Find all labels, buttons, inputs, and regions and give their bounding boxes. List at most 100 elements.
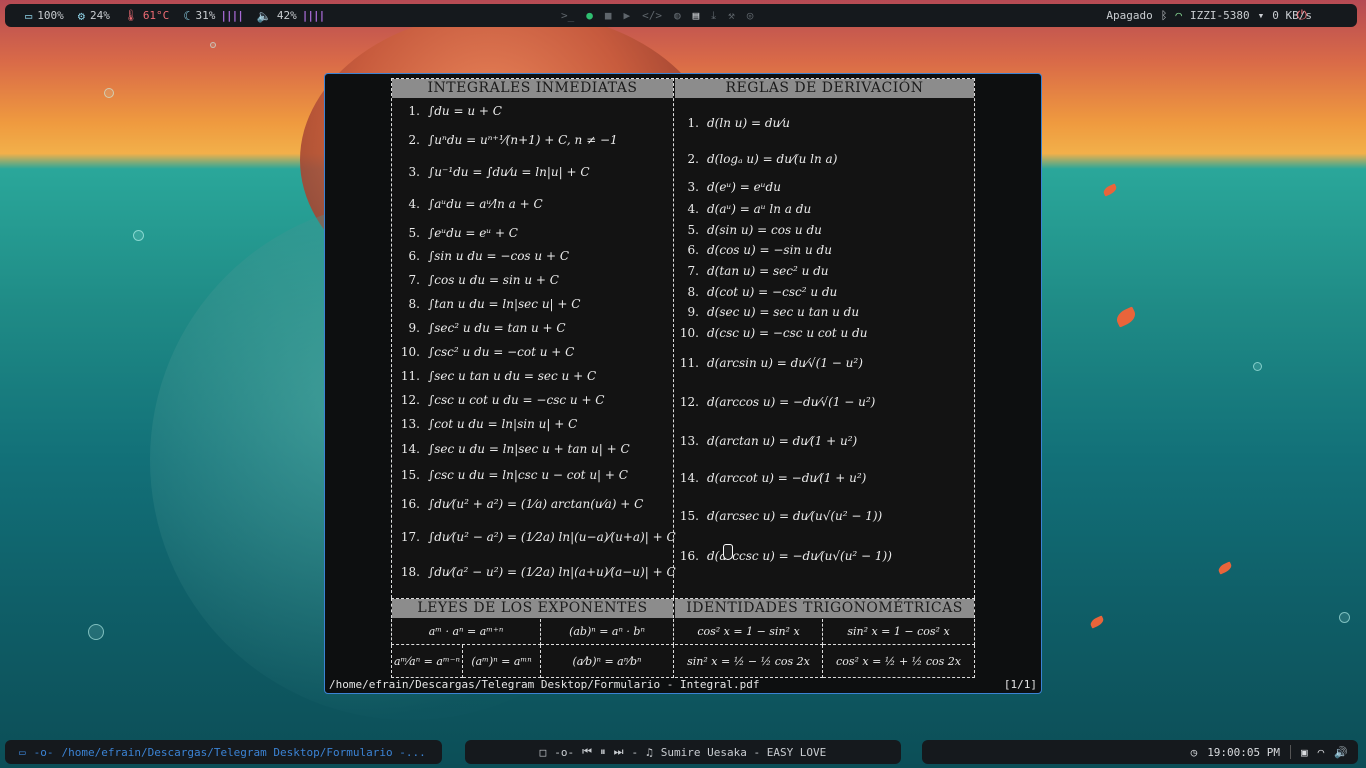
- wifi-icon: ◠: [1175, 9, 1183, 22]
- formula-item: 4. ∫aᵘdu = aᵘ⁄ln a + C: [392, 186, 673, 222]
- window-title-bar[interactable]: ▭ -o- /home/efrain/Descargas/Telegram De…: [5, 740, 442, 764]
- memory-label: 31%: [195, 9, 216, 22]
- wrench-icon[interactable]: ⚒: [728, 9, 735, 22]
- separator-dash: -: [631, 745, 639, 759]
- formula-text: d(arctan u) = du⁄(1 + u²): [707, 434, 858, 448]
- battery-label: 100%: [37, 9, 64, 22]
- exponent-law: aᵐ⁄aⁿ = aᵐ⁻ⁿ: [391, 645, 463, 678]
- formula-text: ∫du = u + C: [428, 104, 502, 118]
- formula-number: 10.: [679, 326, 699, 340]
- wallpaper-bubble: [104, 88, 114, 98]
- formula-item: 2. d(logₐ u) = du⁄(u ln a): [675, 142, 974, 176]
- bluetooth-status[interactable]: Apagado: [1106, 9, 1152, 22]
- formula-text: ∫csc u cot u du = −csc u + C: [428, 393, 605, 407]
- formula-item: 8. ∫tan u du = ln|sec u| + C: [392, 292, 673, 316]
- tray-app-icon[interactable]: ▣: [1301, 746, 1308, 759]
- chat-icon[interactable]: ◍: [674, 9, 681, 22]
- wallpaper-bubble: [210, 42, 216, 48]
- formula-item: 3. ∫u⁻¹du = ∫du⁄u = ln|u| + C: [392, 158, 673, 186]
- battery-widget[interactable]: ▭ 100%: [25, 9, 64, 23]
- trig-identity: sin² x = ½ − ½ cos 2x: [675, 645, 823, 678]
- formula-text: ∫cot u du = ln|sin u| + C: [428, 417, 578, 431]
- formula-item: 11. ∫sec u tan u du = sec u + C: [392, 364, 673, 388]
- document-icon[interactable]: ▤: [693, 9, 700, 22]
- formula-item: 14. d(arccot u) = −du⁄(1 + u²): [675, 460, 974, 496]
- tray-volume-icon[interactable]: 🔊: [1334, 746, 1348, 759]
- page-indicator: [1/1]: [1003, 678, 1037, 691]
- speaker-icon: 🔈: [256, 8, 272, 23]
- formula-number: 6.: [687, 243, 699, 257]
- formula-item: 13. ∫cot u du = ln|sin u| + C: [392, 412, 673, 436]
- download-arrow-icon: ▾: [1257, 9, 1265, 22]
- commit-icon: -o-: [554, 745, 575, 759]
- formula-item: 5. ∫eᵘdu = eᵘ + C: [392, 222, 673, 244]
- formula-number: 11.: [679, 356, 699, 370]
- formula-item: 1. d(ln u) = du⁄u: [675, 104, 974, 142]
- formula-number: 15.: [400, 468, 420, 482]
- power-icon[interactable]: ⏻: [1297, 8, 1307, 23]
- formula-text: ∫du⁄(u² − a²) = (1⁄2a) ln|(u−a)⁄(u+a)| +…: [428, 530, 676, 544]
- formula-text: ∫tan u du = ln|sec u| + C: [428, 297, 581, 311]
- formula-item: 1. ∫du = u + C: [392, 100, 673, 122]
- exponents-title: LEYES DE LOS EXPONENTES: [392, 599, 673, 618]
- formula-item: 4. d(aᵘ) = aᵘ ln a du: [675, 198, 974, 220]
- formula-item: 13. d(arctan u) = du⁄(1 + u²): [675, 422, 974, 460]
- spotify-icon[interactable]: ●: [586, 9, 593, 22]
- trig-title: IDENTIDADES TRIGONOMÉTRICAS: [675, 599, 974, 618]
- formula-item: 10. ∫csc² u du = −cot u + C: [392, 340, 673, 364]
- wifi-ssid[interactable]: IZZI-5380: [1190, 9, 1250, 22]
- formula-item: 6. d(cos u) = −sin u du: [675, 240, 974, 260]
- formula-item: 11. d(arcsin u) = du⁄√(1 − u²): [675, 344, 974, 382]
- top-status-bar: ▭ 100% ⚙ 24% 🌡 61°C ☾ 31% |||| 🔈 42% |||…: [5, 4, 1357, 27]
- formula-text: ∫eᵘdu = eᵘ + C: [428, 226, 518, 240]
- formula-item: 17. ∫du⁄(u² − a²) = (1⁄2a) ln|(u−a)⁄(u+a)…: [392, 520, 676, 554]
- derivatives-list: 1. d(ln u) = du⁄u 2. d(logₐ u) = du⁄(u ln a…: [675, 98, 974, 576]
- tray-network-icon[interactable]: ◠: [1318, 746, 1325, 759]
- formula-item: 3. d(eᵘ) = eᵘdu: [675, 176, 974, 198]
- clock[interactable]: 19:00:05 PM: [1207, 746, 1280, 759]
- formula-text: d(tan u) = sec² u du: [707, 264, 829, 278]
- stop-button[interactable]: □: [540, 746, 547, 759]
- formula-item: 16. ∫du⁄(u² + a²) = (1⁄a) arctan(u⁄a) + C: [392, 488, 673, 520]
- temperature-widget[interactable]: 🌡 61°C: [124, 9, 169, 22]
- formula-number: 13.: [679, 434, 699, 448]
- trig-header: IDENTIDADES TRIGONOMÉTRICAS: [675, 598, 975, 618]
- previous-button[interactable]: ⏮: [582, 745, 592, 759]
- formula-number: 1.: [408, 104, 420, 118]
- formula-number: 2.: [687, 152, 699, 166]
- next-button[interactable]: ⏭: [614, 745, 624, 759]
- trig-identity: cos² x = 1 − sin² x: [675, 619, 823, 645]
- formula-number: 13.: [400, 417, 420, 431]
- temperature-label: 61°C: [142, 9, 170, 22]
- derivatives-column: REGLAS DE DERIVACIÓN 1. d(ln u) = du⁄u 2. d…: [675, 78, 975, 598]
- volume-widget[interactable]: 🔈 42% ||||: [256, 8, 325, 23]
- formula-number: 5.: [687, 223, 699, 237]
- cpu-widget[interactable]: ⚙ 24%: [78, 9, 110, 23]
- formula-text: d(csc u) = −csc u cot u du: [707, 326, 868, 340]
- formula-number: 9.: [408, 321, 420, 335]
- terminal-icon[interactable]: >_: [561, 9, 574, 22]
- download-icon[interactable]: ⤓: [711, 9, 716, 23]
- formula-text: d(arccos u) = −du⁄√(1 − u²): [707, 395, 876, 409]
- window-path: /home/efrain/Descargas/Telegram Desktop/…: [61, 745, 426, 759]
- formula-text: ∫uⁿdu = uⁿ⁺¹⁄(n+1) + C, n ≠ −1: [428, 133, 618, 147]
- gamepad-icon[interactable]: ◎: [747, 9, 754, 22]
- volume-bars: ||||: [301, 9, 325, 22]
- formula-number: 4.: [408, 197, 420, 211]
- play-icon[interactable]: ▶: [624, 9, 631, 22]
- commit-icon: -o-: [33, 745, 54, 759]
- code-icon[interactable]: </>: [642, 9, 662, 22]
- formula-number: 14.: [400, 442, 420, 456]
- pause-button[interactable]: ⏸: [600, 745, 606, 759]
- formula-text: d(arcsin u) = du⁄√(1 − u²): [707, 356, 863, 370]
- clock-icon: ◷: [1190, 745, 1198, 759]
- thermometer-icon: 🌡: [123, 9, 138, 22]
- monitor-icon: ▭: [19, 745, 26, 759]
- folder-icon[interactable]: ■: [605, 9, 612, 22]
- formula-number: 7.: [408, 273, 420, 287]
- file-path: /home/efrain/Descargas/Telegram Desktop/…: [329, 678, 760, 691]
- formula-item: 12. ∫csc u cot u du = −csc u + C: [392, 388, 673, 412]
- pdf-viewer-window[interactable]: INTEGRALES INMEDIATAS 1. ∫du = u + C 2. ∫uⁿ…: [324, 73, 1042, 694]
- memory-widget[interactable]: ☾ 31% ||||: [183, 9, 244, 23]
- formula-item: 14. ∫sec u du = ln|sec u + tan u| + C: [392, 436, 673, 462]
